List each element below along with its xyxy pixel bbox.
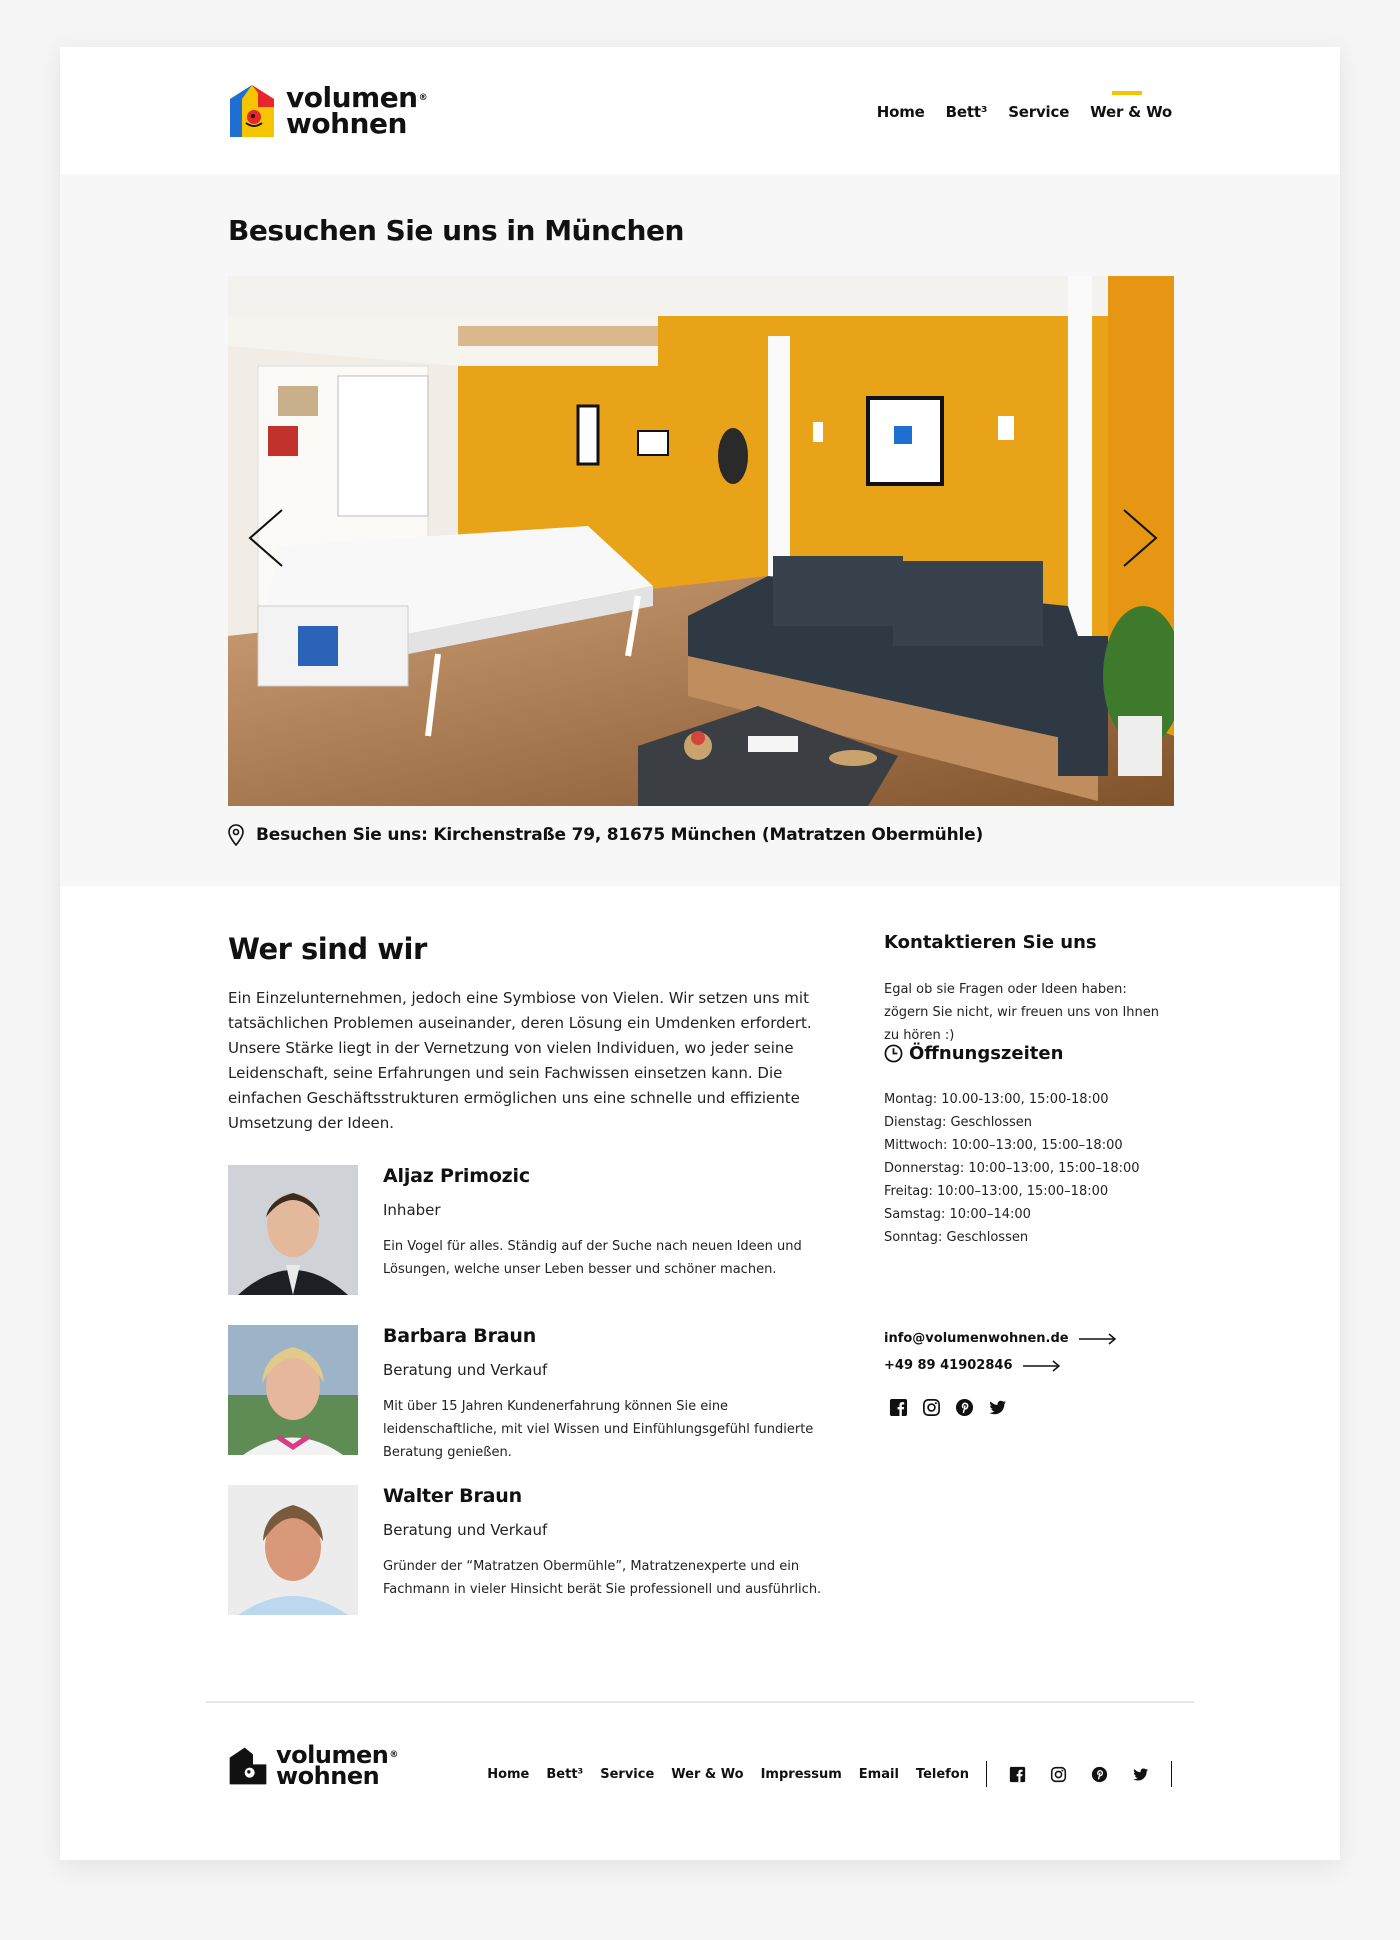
contact-lead: Egal ob sie Fragen oder Ideen haben: zög…	[884, 982, 1160, 1043]
about-title: Wer sind wir	[228, 932, 427, 966]
location-pin-icon	[228, 824, 244, 846]
visit-section: Besuchen Sie uns in München Besuchen Sie…	[60, 174, 1340, 886]
hours-row: Donnerstag: 10:00–13:00, 15:00–18:00	[884, 1161, 1140, 1176]
hours-row: Montag: 10.00-13:00, 15:00-18:00	[884, 1092, 1109, 1107]
address-text: Besuchen Sie uns: Kirchenstraße 79, 8167…	[256, 825, 984, 845]
footer-nav: Home Bett³ Service Wer & Wo Impressum Em…	[470, 1761, 1172, 1787]
footer-nav-telefon[interactable]: Telefon	[916, 1767, 969, 1782]
team-name: Walter Braun	[383, 1485, 522, 1507]
team-photo	[228, 1165, 358, 1295]
main-nav: Home Bett³ Service Wer & Wo	[877, 91, 1172, 121]
footer-separator	[1171, 1761, 1172, 1787]
arrow-right-icon	[1078, 1332, 1116, 1345]
twitter-icon[interactable]	[1132, 1766, 1149, 1783]
about-section: Wer sind wir Ein Einzelunternehmen, jedo…	[60, 886, 1340, 1706]
page-card: volumen® wohnen Home Bett³ Service Wer &…	[60, 47, 1340, 1860]
footer-logo[interactable]: volumen® wohnen	[228, 1741, 398, 1790]
nav-service[interactable]: Service	[1008, 103, 1069, 121]
slider-next-button[interactable]	[1120, 508, 1160, 568]
team-role: Beratung und Verkauf	[383, 1361, 548, 1379]
team-name: Aljaz Primozic	[383, 1165, 530, 1187]
footer-separator	[986, 1761, 987, 1787]
instagram-icon[interactable]	[922, 1398, 941, 1417]
nav-home[interactable]: Home	[877, 103, 925, 121]
footer-nav-email[interactable]: Email	[859, 1767, 899, 1782]
nav-wer-wo[interactable]: Wer & Wo	[1090, 91, 1172, 121]
team-photo	[228, 1485, 358, 1615]
pinterest-icon[interactable]	[955, 1398, 974, 1417]
footer-nav-wer-wo[interactable]: Wer & Wo	[671, 1767, 743, 1782]
team-member: Aljaz Primozic Inhaber Ein Vogel für all…	[228, 1165, 828, 1295]
logo[interactable]: volumen® wohnen	[228, 81, 428, 140]
phone-link[interactable]: +49 89 41902846	[884, 1358, 1061, 1373]
address: Besuchen Sie uns: Kirchenstraße 79, 8167…	[228, 824, 983, 846]
chevron-left-icon	[248, 509, 283, 567]
nav-bett[interactable]: Bett³	[946, 103, 988, 121]
twitter-icon[interactable]	[988, 1398, 1007, 1417]
footer-nav-bett[interactable]: Bett³	[546, 1767, 583, 1782]
logo-text: volumen® wohnen	[276, 1741, 398, 1790]
social-links	[889, 1398, 1007, 1417]
opening-hours-title: Öffnungszeiten	[884, 1043, 1063, 1064]
hours-row: Dienstag: Geschlossen	[884, 1115, 1033, 1130]
visit-title: Besuchen Sie uns in München	[228, 214, 684, 247]
team-role: Beratung und Verkauf	[383, 1521, 548, 1539]
hours-row: Samstag: 10:00–14:00	[884, 1207, 1031, 1222]
team-description: Gründer der “Matratzen Obermühle”, Matra…	[383, 1559, 822, 1597]
clock-icon	[884, 1044, 903, 1063]
about-intro: Ein Einzelunternehmen, jedoch eine Symbi…	[228, 989, 812, 1132]
site-footer: volumen® wohnen Home Bett³ Service Wer &…	[60, 1703, 1340, 1860]
chevron-right-icon	[1123, 509, 1158, 567]
logo-house-icon	[228, 83, 276, 139]
team-description: Mit über 15 Jahren Kundenerfahrung könne…	[383, 1399, 814, 1460]
opening-hours-list: Montag: 10.00-13:00, 15:00-18:00 Diensta…	[884, 1088, 1140, 1249]
contact-title: Kontaktieren Sie uns	[884, 932, 1097, 953]
footer-nav-home[interactable]: Home	[487, 1767, 529, 1782]
logo-text: volumen® wohnen	[286, 81, 428, 140]
showroom-slider[interactable]	[228, 276, 1174, 806]
team-role: Inhaber	[383, 1201, 441, 1219]
hours-row: Sonntag: Geschlossen	[884, 1230, 1029, 1245]
pinterest-icon[interactable]	[1091, 1766, 1108, 1783]
email-link[interactable]: info@volumenwohnen.de	[884, 1331, 1117, 1346]
facebook-icon[interactable]	[1009, 1766, 1026, 1783]
footer-nav-service[interactable]: Service	[600, 1767, 654, 1782]
slider-prev-button[interactable]	[246, 508, 286, 568]
team-photo	[228, 1325, 358, 1455]
showroom-photo	[228, 276, 1174, 806]
hours-row: Freitag: 10:00–13:00, 15:00–18:00	[884, 1184, 1109, 1199]
instagram-icon[interactable]	[1050, 1766, 1067, 1783]
facebook-icon[interactable]	[889, 1398, 908, 1417]
team-description: Ein Vogel für alles. Ständig auf der Suc…	[383, 1239, 802, 1277]
hours-row: Mittwoch: 10:00–13:00, 15:00–18:00	[884, 1138, 1123, 1153]
team-member: Barbara Braun Beratung und Verkauf Mit ü…	[228, 1325, 828, 1460]
arrow-right-icon	[1022, 1359, 1060, 1372]
team-name: Barbara Braun	[383, 1325, 537, 1347]
footer-nav-impressum[interactable]: Impressum	[761, 1767, 842, 1782]
logo-house-icon	[229, 1747, 267, 1785]
team-member: Walter Braun Beratung und Verkauf Gründe…	[228, 1485, 828, 1615]
site-header: volumen® wohnen Home Bett³ Service Wer &…	[60, 47, 1340, 174]
